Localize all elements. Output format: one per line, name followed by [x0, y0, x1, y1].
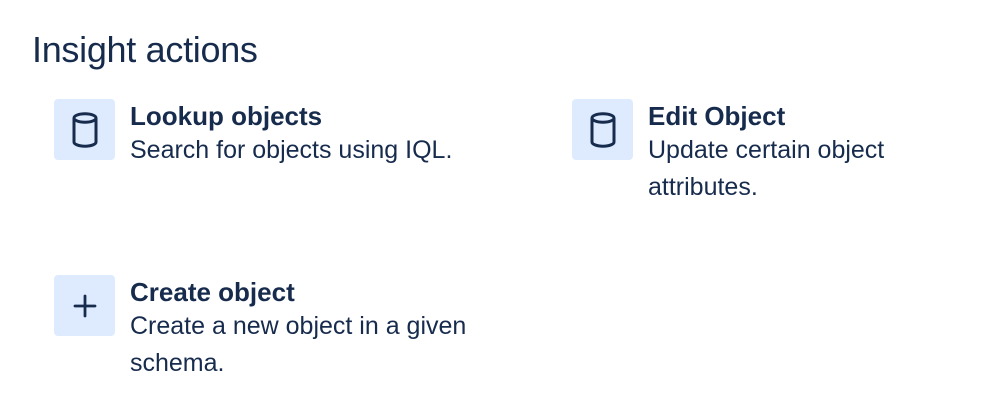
database-icon: [54, 99, 115, 160]
action-title: Lookup objects: [130, 101, 323, 131]
plus-icon: [54, 275, 115, 336]
action-description: Search for objects using IQL.: [130, 136, 453, 164]
action-lookup-objects[interactable]: Lookup objects Search for objects using …: [54, 99, 514, 169]
action-edit-object[interactable]: Edit Object Update certain object attrib…: [572, 99, 972, 206]
action-title: Create object: [130, 277, 295, 307]
action-create-object[interactable]: Create object Create a new object in a g…: [54, 275, 514, 382]
action-title: Edit Object: [648, 101, 786, 131]
action-description: Create a new object in a given schema.: [130, 312, 467, 377]
action-description: Update certain object attributes.: [648, 136, 885, 201]
page-title: Insight actions: [32, 29, 258, 70]
database-icon: [572, 99, 633, 160]
